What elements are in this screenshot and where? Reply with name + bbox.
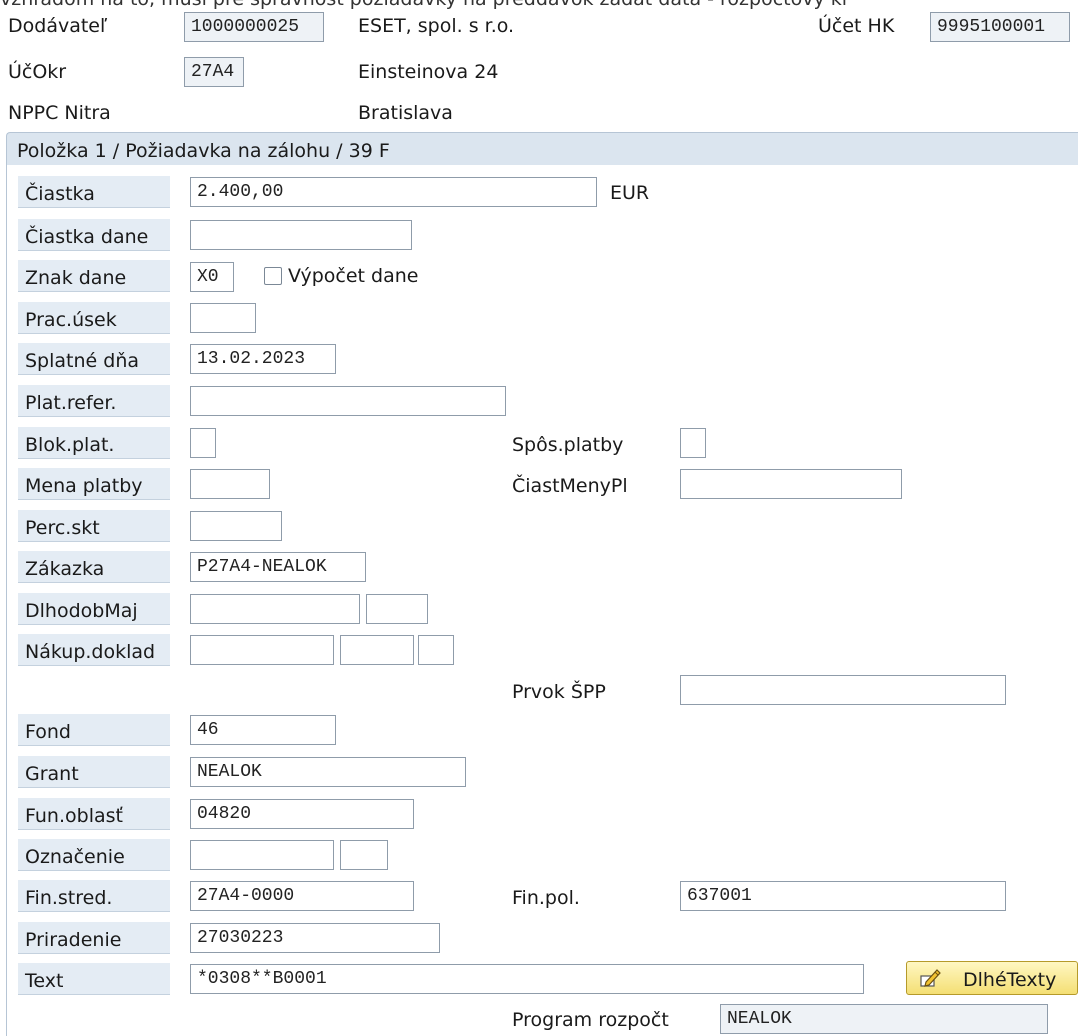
budget-program-label: Program rozpočt xyxy=(512,1009,669,1031)
vendor-field[interactable]: 1000000025 xyxy=(184,12,324,42)
company-code-field[interactable]: 27A4 xyxy=(184,57,244,87)
tax-code-label: Znak dane xyxy=(18,260,170,292)
due-date-label: Splatné dňa xyxy=(18,343,170,375)
funds-center-label: Fin.stred. xyxy=(18,880,170,912)
fund-field[interactable]: 46 xyxy=(190,715,336,745)
payment-ref-field[interactable] xyxy=(190,386,506,416)
payment-block-field[interactable] xyxy=(190,428,216,458)
long-texts-button[interactable]: DlhéTexty xyxy=(906,961,1078,995)
business-area-label: Prac.úsek xyxy=(18,302,170,334)
earmarked-label: Označenie xyxy=(18,839,170,871)
purchasing-doc-label: Nákup.doklad xyxy=(18,634,170,666)
payment-ref-label: Plat.refer. xyxy=(18,385,170,417)
due-date-field[interactable]: 13.02.2023 xyxy=(190,344,336,374)
payment-currency-label: Mena platby xyxy=(18,468,170,500)
purchasing-doc-item-field[interactable] xyxy=(340,635,414,665)
wbs-element-field[interactable] xyxy=(680,675,1006,705)
commitment-item-label: Fin.pol. xyxy=(512,887,580,909)
assignment-field[interactable]: 27030223 xyxy=(190,923,440,953)
functional-area-field[interactable]: 04820 xyxy=(190,799,414,829)
tax-amount-label: Čiastka dane xyxy=(18,219,170,251)
earmarked-item-field[interactable] xyxy=(340,840,388,870)
vendor-street: Einsteinova 24 xyxy=(358,61,499,83)
vendor-label: Dodávateľ xyxy=(8,15,108,37)
payment-currency-field[interactable] xyxy=(190,469,270,499)
grant-label: Grant xyxy=(18,756,170,788)
payment-method-field[interactable] xyxy=(680,428,706,458)
item-panel-title: Položka 1 / Požiadavka na zálohu / 39 F xyxy=(17,140,390,162)
discount-percent-label: Perc.skt xyxy=(18,510,170,542)
payment-method-label: Spôs.platby xyxy=(512,434,624,456)
amount-field[interactable]: 2.400,00 xyxy=(190,177,597,207)
item-panel-header: Položka 1 / Požiadavka na zálohu / 39 F xyxy=(6,132,1078,166)
calculate-tax-checkbox[interactable] xyxy=(264,267,282,285)
text-field[interactable]: *0308**B0001 xyxy=(190,964,864,994)
grant-field[interactable]: NEALOK xyxy=(190,757,466,787)
functional-area-label: Fun.oblasť xyxy=(18,798,170,830)
tax-amount-field[interactable] xyxy=(190,220,412,250)
text-label: Text xyxy=(18,963,170,995)
purchasing-doc-field[interactable] xyxy=(190,635,334,665)
funds-center-field[interactable]: 27A4-0000 xyxy=(190,881,414,911)
long-texts-button-label: DlhéTexty xyxy=(963,969,1057,991)
purchasing-doc-extra-field[interactable] xyxy=(418,635,454,665)
assignment-label: Priradenie xyxy=(18,922,170,954)
currency-label: EUR xyxy=(610,182,650,204)
org-name: NPPC Nitra xyxy=(8,102,111,124)
wbs-element-label: Prvok ŠPP xyxy=(512,681,606,703)
budget-program-field[interactable]: NEALOK xyxy=(720,1004,1048,1034)
tax-code-field[interactable]: X0 xyxy=(190,262,234,292)
earmarked-field[interactable] xyxy=(190,840,334,870)
business-area-field[interactable] xyxy=(190,303,256,333)
cut-off-top-text: vzhľadom na to, musí pre správnosť požia… xyxy=(0,0,1078,10)
gl-account-field[interactable]: 9995100001 xyxy=(930,12,1070,42)
order-label: Zákazka xyxy=(18,551,170,583)
company-code-label: ÚčOkr xyxy=(8,61,67,83)
payment-block-label: Blok.plat. xyxy=(18,427,170,459)
vendor-name: ESET, spol. s r.o. xyxy=(358,15,515,37)
gl-account-label: Účet HK xyxy=(818,15,895,37)
asset-subnumber-field[interactable] xyxy=(366,594,428,624)
order-field[interactable]: P27A4-NEALOK xyxy=(190,552,366,582)
asset-label: DlhodobMaj xyxy=(18,593,170,625)
pay-currency-amount-field[interactable] xyxy=(680,469,902,499)
pencil-note-icon xyxy=(919,967,943,989)
vendor-city: Bratislava xyxy=(358,102,453,124)
calculate-tax-label: Výpočet dane xyxy=(288,265,419,287)
commitment-item-field[interactable]: 637001 xyxy=(680,881,1006,911)
discount-percent-field[interactable] xyxy=(190,511,282,541)
fund-label: Fond xyxy=(18,714,170,746)
pay-currency-amount-label: ČiastMenyPl xyxy=(512,475,628,497)
asset-field[interactable] xyxy=(190,594,360,624)
amount-label: Čiastka xyxy=(18,176,170,208)
